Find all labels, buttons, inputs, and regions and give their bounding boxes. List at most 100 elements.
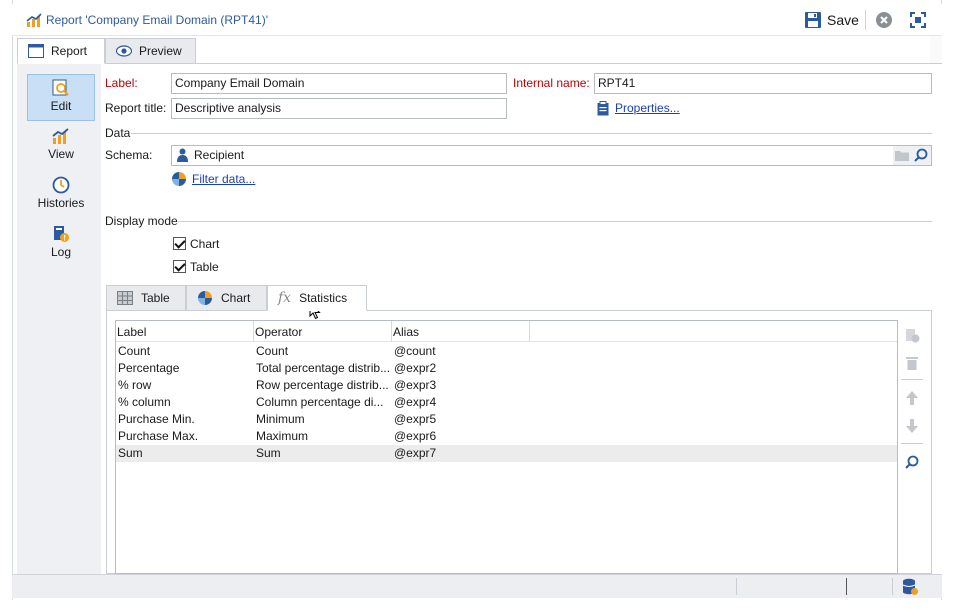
row-alias: @expr7 (394, 446, 437, 460)
tab-chart[interactable]: Chart (186, 285, 267, 311)
row-operator: Sum (256, 446, 281, 460)
nav-log[interactable]: Log (27, 225, 95, 265)
row-operator: Count (256, 344, 289, 358)
schema-value: Recipient (194, 148, 245, 162)
arrow-down-icon (906, 419, 918, 433)
tab-report[interactable]: Report (17, 38, 105, 64)
row-alias: @expr3 (394, 378, 437, 392)
statistics-grid[interactable]: Label Operator Alias Count Count @count … (115, 320, 898, 574)
log-icon (54, 226, 69, 242)
row-label: Percentage (118, 361, 180, 375)
nav-log-label: Log (50, 245, 72, 259)
report-tab-icon (28, 44, 44, 58)
table-row[interactable]: Purchase Max. Maximum @expr6 (116, 428, 897, 445)
add-button[interactable] (902, 325, 922, 345)
nav-histories[interactable]: Histories (27, 176, 95, 216)
move-up-button[interactable] (902, 388, 922, 408)
table-row[interactable]: Purchase Min. Minimum @expr5 (116, 411, 897, 428)
tab-statistics-label: Statistics (299, 291, 348, 305)
detail-button[interactable] (902, 452, 922, 472)
magnifier-icon (905, 455, 919, 469)
row-alias: @expr5 (394, 412, 437, 426)
recipient-icon (177, 148, 188, 165)
table-row[interactable]: Count Count @count (116, 343, 897, 360)
schema-field[interactable]: Recipient (171, 145, 932, 166)
arrow-up-icon (906, 391, 918, 405)
add-icon (906, 329, 920, 343)
tab-table[interactable]: Table (106, 285, 186, 311)
column-header-operator[interactable]: Operator (255, 325, 302, 339)
toolbar-divider (865, 10, 866, 30)
column-separator (391, 321, 392, 342)
tab-statistics[interactable]: fx Statistics (267, 285, 367, 311)
table-row[interactable]: % column Column percentage di... @expr4 (116, 394, 897, 411)
column-separator (253, 321, 254, 342)
row-operator: Column percentage di... (256, 395, 384, 409)
delete-button[interactable] (902, 353, 922, 373)
nav-histories-label: Histories (37, 196, 85, 210)
row-label: Purchase Min. (118, 412, 195, 426)
tab-report-label: Report (51, 44, 88, 58)
column-header-label[interactable]: Label (117, 325, 146, 339)
save-label: Save (827, 12, 859, 28)
row-operator: Row percentage distrib... (256, 378, 389, 392)
row-label: Count (118, 344, 151, 358)
chart-checkbox[interactable] (173, 237, 186, 250)
clock-icon (52, 176, 70, 194)
display-mode-divider (178, 221, 932, 222)
status-divider (846, 578, 847, 595)
tool-divider (901, 379, 923, 380)
tab-table-label: Table (141, 291, 170, 305)
close-button[interactable] (875, 9, 893, 31)
row-alias: @expr2 (394, 361, 437, 375)
edit-report-icon (52, 79, 69, 96)
folder-icon[interactable] (895, 149, 909, 164)
row-alias: @expr4 (394, 395, 437, 409)
chart-checkbox-label: Chart (190, 237, 220, 251)
move-down-button[interactable] (902, 416, 922, 436)
report-chart-icon (26, 12, 42, 31)
tab-chart-label: Chart (221, 291, 251, 305)
nav-edit[interactable]: Edit (27, 74, 95, 121)
filter-data-link[interactable]: Filter data... (192, 172, 255, 186)
internal-name-field[interactable]: RPT41 (594, 73, 932, 94)
table-checkbox-label: Table (190, 260, 219, 274)
row-operator: Minimum (256, 412, 305, 426)
report-title-caption: Report title: (105, 101, 167, 115)
save-icon (805, 12, 821, 28)
save-button[interactable]: Save (804, 9, 859, 31)
row-label: % row (118, 378, 152, 392)
row-label: Purchase Max. (118, 429, 199, 443)
table-row[interactable]: Percentage Total percentage distrib... @… (116, 360, 897, 377)
table-row-selected[interactable]: Sum Sum @expr7 (116, 445, 897, 462)
data-section-divider (131, 133, 932, 134)
nav-view-label: View (48, 147, 74, 161)
status-divider (892, 578, 893, 595)
tool-divider (901, 443, 923, 444)
tab-preview-label: Preview (139, 44, 182, 58)
properties-link[interactable]: Properties... (615, 101, 680, 115)
display-mode-title: Display mode (105, 214, 178, 228)
row-label: % column (118, 395, 171, 409)
column-header-alias[interactable]: Alias (393, 325, 419, 339)
report-title-field[interactable]: Descriptive analysis (171, 98, 507, 119)
table-checkbox[interactable] (173, 260, 186, 273)
row-operator: Maximum (256, 429, 309, 443)
window-title: Report 'Company Email Domain (RPT41)' (46, 13, 268, 27)
eye-icon (116, 45, 132, 57)
row-operator: Total percentage distrib... (256, 361, 390, 375)
maximize-button[interactable] (909, 9, 927, 31)
internal-name-caption: Internal name: (513, 76, 590, 90)
schema-caption: Schema: (105, 148, 153, 162)
close-icon (876, 12, 892, 28)
status-bar (12, 574, 942, 598)
row-alias: @count (394, 344, 436, 358)
title-bar: Report 'Company Email Domain (RPT41)' Sa… (12, 4, 942, 36)
tab-preview[interactable]: Preview (105, 38, 196, 64)
row-label: Sum (118, 446, 143, 460)
table-row[interactable]: % row Row percentage distrib... @expr3 (116, 377, 897, 394)
nav-view[interactable]: View (27, 127, 95, 167)
row-alias: @expr6 (394, 429, 437, 443)
label-field[interactable]: Company Email Domain (171, 73, 507, 94)
search-icon[interactable] (914, 148, 928, 165)
